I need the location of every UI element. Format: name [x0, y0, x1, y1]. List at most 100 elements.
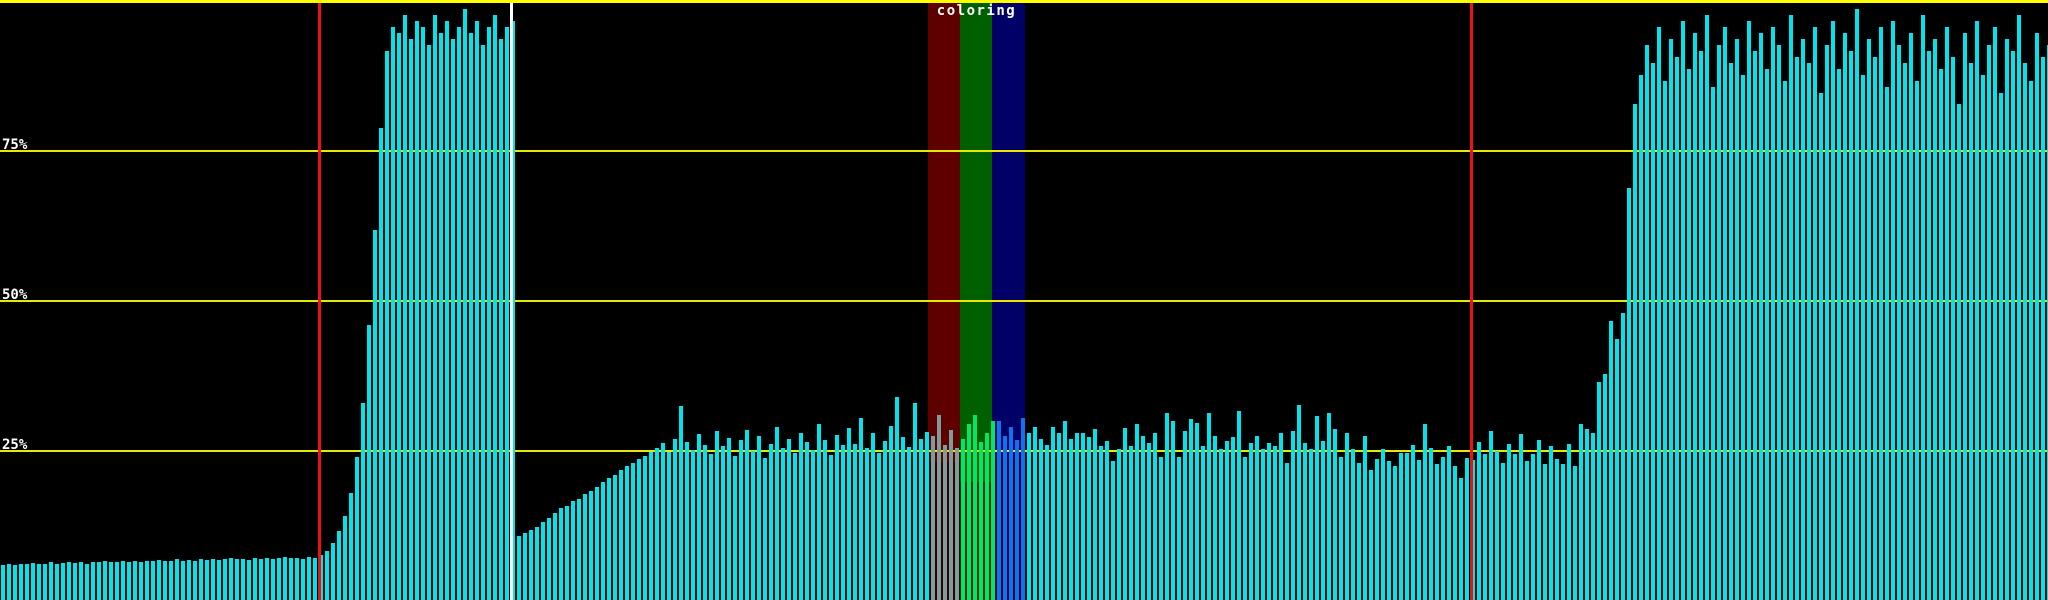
histogram-bar	[1843, 33, 1847, 600]
histogram-bar	[373, 230, 377, 600]
histogram-bar	[139, 562, 143, 600]
histogram-bar	[157, 560, 161, 600]
histogram-bar	[1045, 445, 1049, 600]
histogram-bar	[709, 454, 713, 600]
histogram-bar	[679, 406, 683, 600]
histogram-bar	[259, 559, 263, 600]
histogram-bar	[667, 452, 671, 600]
histogram-bar	[1567, 444, 1571, 600]
histogram-bar	[187, 560, 191, 600]
histogram-bar	[883, 441, 887, 600]
histogram-bar	[493, 15, 497, 600]
histogram-bar	[2011, 51, 2015, 600]
histogram-bar	[757, 436, 761, 600]
histogram-bar	[217, 560, 221, 600]
histogram-bar	[43, 564, 47, 600]
histogram-bar	[1927, 51, 1931, 600]
histogram-bar	[379, 128, 383, 600]
histogram-bar	[313, 558, 317, 600]
histogram-bar	[97, 562, 101, 600]
histogram-bar	[391, 27, 395, 600]
histogram-bar	[1279, 433, 1283, 600]
histogram-bar	[235, 559, 239, 600]
histogram-bar	[1369, 470, 1373, 600]
histogram-bar	[523, 533, 527, 600]
histogram-bar	[1507, 444, 1511, 600]
histogram-bar	[1795, 57, 1799, 600]
histogram-bar	[901, 437, 905, 600]
histogram-bar	[133, 561, 137, 600]
histogram-bar	[1729, 63, 1733, 600]
histogram-bar	[1381, 449, 1385, 600]
histogram-bar	[1963, 33, 1967, 600]
histogram-bar	[361, 403, 365, 600]
histogram-bar	[793, 453, 797, 600]
histogram-bar	[85, 564, 89, 600]
histogram-bar	[1195, 423, 1199, 600]
histogram-bar	[1555, 459, 1559, 600]
histogram-bar	[1447, 446, 1451, 600]
histogram-bar	[1489, 431, 1493, 600]
histogram-bar	[1819, 93, 1823, 600]
histogram-bar	[1183, 431, 1187, 600]
histogram-bar	[1687, 69, 1691, 600]
histogram-bar	[715, 431, 719, 600]
histogram-bar	[151, 561, 155, 600]
histogram-bar	[325, 551, 329, 600]
histogram-bar	[517, 536, 521, 600]
histogram-bar	[427, 45, 431, 600]
histogram-bar	[1477, 442, 1481, 600]
histogram-bar	[631, 463, 635, 600]
histogram-bar	[109, 562, 113, 600]
green-channel-band	[960, 3, 992, 482]
histogram-bar	[1651, 63, 1655, 600]
histogram-bar	[445, 21, 449, 600]
histogram-bar	[1957, 104, 1961, 600]
histogram-bar	[55, 564, 59, 600]
histogram-bar	[805, 442, 809, 600]
histogram-bar	[1459, 478, 1463, 600]
red-marker-right	[1470, 3, 1473, 600]
histogram-bar	[1117, 449, 1121, 600]
histogram-bar	[565, 506, 569, 600]
histogram-bar	[145, 561, 149, 600]
histogram-bar	[25, 564, 29, 600]
histogram-bar	[2041, 57, 2045, 600]
histogram-bar	[937, 415, 941, 600]
histogram-bar	[697, 434, 701, 600]
histogram-bar	[463, 9, 467, 600]
histogram-bar	[1717, 45, 1721, 600]
histogram-bar	[301, 559, 305, 600]
histogram-bar	[1327, 413, 1331, 600]
histogram-bar	[859, 418, 863, 600]
histogram-bar	[457, 27, 461, 600]
histogram-bar	[487, 27, 491, 600]
histogram-bar	[103, 561, 107, 600]
histogram-bar	[907, 447, 911, 600]
histogram-bar	[1213, 436, 1217, 600]
histogram-bar	[703, 445, 707, 600]
histogram-bar	[583, 494, 587, 600]
histogram-bar	[19, 564, 23, 600]
histogram-bar	[847, 428, 851, 600]
histogram-bar	[1561, 464, 1565, 600]
white-marker	[510, 3, 513, 600]
histogram-bar	[1975, 21, 1979, 600]
histogram-bar	[553, 513, 557, 600]
histogram-bar	[931, 436, 935, 600]
histogram-bar	[331, 543, 335, 600]
histogram-bar	[1873, 57, 1877, 600]
histogram-bar	[1453, 466, 1457, 600]
histogram-bar	[1399, 453, 1403, 600]
histogram-bar	[799, 433, 803, 600]
y-axis-label-50%: 50%	[2, 289, 27, 301]
histogram-bar	[31, 563, 35, 600]
histogram-bar	[1765, 69, 1769, 600]
histogram-bar	[769, 444, 773, 600]
histogram-bar	[247, 560, 251, 600]
histogram-bar	[535, 527, 539, 600]
histogram-bar	[289, 558, 293, 600]
histogram-bar	[919, 439, 923, 600]
histogram-bar	[1615, 339, 1619, 600]
histogram-bar	[763, 458, 767, 600]
